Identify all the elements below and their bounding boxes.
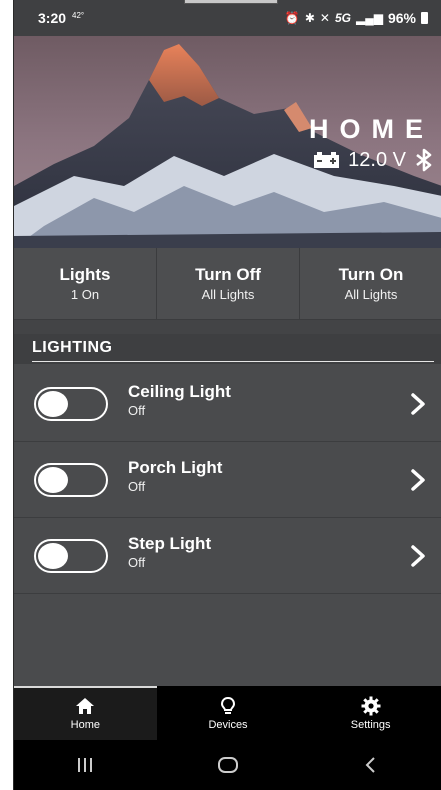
lights-summary: Lights 1 On Turn Off All Lights Turn On … [14, 248, 441, 320]
nav-home[interactable]: Home [14, 686, 157, 740]
signal-icon: ▂▄▆ [356, 11, 383, 25]
voltage-value: 12.0 V [348, 148, 406, 171]
nav-settings[interactable]: Settings [299, 686, 441, 740]
gear-icon [361, 696, 381, 715]
turn-off-all-button[interactable]: Turn Off All Lights [157, 248, 300, 319]
nav-devices[interactable]: Devices [157, 686, 300, 740]
section-spacer [14, 320, 441, 334]
status-icons: ⏰ ✱ ✕ 5G ▂▄▆ 96% [285, 10, 428, 26]
section-title: LIGHTING [32, 339, 113, 356]
ceiling-light-toggle[interactable] [34, 387, 108, 421]
turn-off-sub: All Lights [201, 287, 255, 302]
chevron-right-icon[interactable] [410, 544, 426, 568]
light-row-step[interactable]: Step Light Off [14, 518, 441, 594]
toggle-knob [38, 543, 68, 569]
voltage-display: 12.0 V [313, 148, 434, 172]
turn-on-sub: All Lights [344, 287, 398, 302]
bluetooth-icon[interactable] [414, 148, 434, 172]
recents-icon[interactable] [74, 754, 96, 776]
home-circle-icon[interactable] [217, 754, 239, 776]
section-divider [32, 361, 434, 362]
turn-on-label: Turn On [338, 265, 404, 284]
turn-off-label: Turn Off [195, 265, 261, 284]
bluetooth-status-icon: ✱ [304, 11, 315, 25]
home-icon [76, 697, 95, 714]
app-screen: 3:20 42° ⏰ ✱ ✕ 5G ▂▄▆ 96% HOME 12.0 V Li… [13, 0, 441, 790]
bottom-navigation: Home Devices Settings [14, 686, 441, 740]
lights-on-count: 1 On [70, 287, 100, 302]
hero-banner: HOME 12.0 V [14, 36, 441, 248]
light-name: Porch Light [128, 458, 223, 477]
nav-home-label: Home [70, 718, 100, 731]
lights-label: Lights [59, 265, 111, 284]
chevron-right-icon[interactable] [410, 468, 426, 492]
top-edge-tab [184, 0, 278, 4]
nav-settings-label: Settings [350, 718, 391, 731]
network-type: 5G [334, 11, 351, 25]
light-row-porch[interactable]: Porch Light Off [14, 442, 441, 518]
battery-percent: 96% [387, 10, 416, 26]
car-battery-icon [314, 152, 340, 168]
light-state: Off [128, 555, 146, 570]
light-state: Off [128, 479, 146, 494]
lighting-section-header: LIGHTING [14, 334, 441, 364]
porch-light-toggle[interactable] [34, 463, 108, 497]
light-name: Step Light [128, 534, 212, 553]
back-icon[interactable] [360, 754, 382, 776]
light-name: Ceiling Light [128, 382, 231, 401]
mute-icon: ✕ [319, 11, 330, 25]
nav-devices-label: Devices [208, 718, 248, 731]
hero-title: HOME [309, 114, 434, 144]
toggle-knob [38, 467, 68, 493]
step-light-toggle[interactable] [34, 539, 108, 573]
lightbulb-icon [220, 696, 236, 714]
turn-on-all-button[interactable]: Turn On All Lights [300, 248, 441, 319]
light-row-ceiling[interactable]: Ceiling Light Off [14, 366, 441, 442]
light-state: Off [128, 403, 146, 418]
status-time: 3:20 [38, 10, 67, 26]
alarm-icon: ⏰ [284, 11, 300, 25]
toggle-knob [38, 391, 68, 417]
battery-icon [421, 12, 428, 24]
chevron-right-icon[interactable] [410, 392, 426, 416]
lights-list: Ceiling Light Off Porch Light Off Step L… [14, 366, 441, 594]
status-bar: 3:20 42° ⏰ ✱ ✕ 5G ▂▄▆ 96% [14, 0, 441, 36]
status-temperature: 42° [72, 10, 85, 20]
system-navigation-bar [14, 740, 441, 790]
lights-count-cell[interactable]: Lights 1 On [14, 248, 157, 319]
